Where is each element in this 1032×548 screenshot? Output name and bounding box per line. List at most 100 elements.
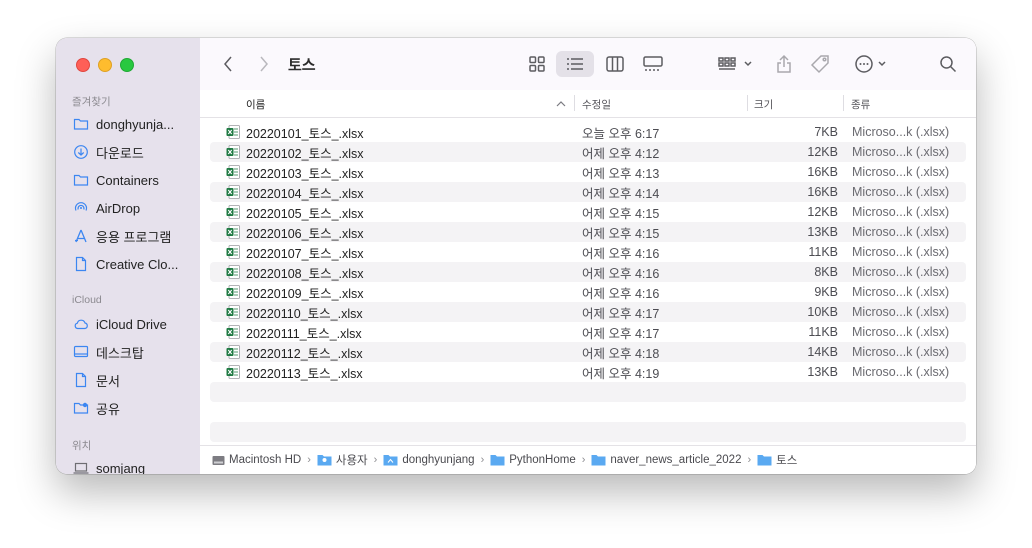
empty-row xyxy=(210,422,966,442)
chevron-left-icon xyxy=(224,56,232,72)
file-row[interactable]: 20220108_토스_.xlsx 어제 오후 4:16 8KB Microso...… xyxy=(210,262,966,282)
group-button[interactable] xyxy=(716,51,756,77)
path-crumb[interactable]: Macintosh HD › xyxy=(212,454,317,466)
zoom-button[interactable] xyxy=(120,58,134,72)
path-crumb[interactable]: 사용자 › xyxy=(317,452,383,468)
excel-file-icon xyxy=(226,165,240,179)
sidebar-item[interactable]: Creative Clo... xyxy=(72,254,196,274)
list-view-button[interactable] xyxy=(556,51,594,77)
file-name: 20220113_토스_.xlsx xyxy=(246,366,363,381)
file-row[interactable]: 20220110_토스_.xlsx 어제 오후 4:17 10KB Microso..… xyxy=(210,302,966,322)
file-date: 어제 오후 4:17 xyxy=(582,306,660,321)
sidebar-section-header: 즐겨찾기 xyxy=(72,96,111,108)
file-row[interactable]: 20220112_토스_.xlsx 어제 오후 4:18 14KB Microso..… xyxy=(210,342,966,362)
sidebar-item[interactable]: Containers xyxy=(72,170,196,190)
tag-button[interactable] xyxy=(808,51,832,77)
sidebar-item[interactable]: 응용 프로그램 xyxy=(72,226,196,246)
columns-icon xyxy=(606,56,624,72)
path-crumb[interactable]: 토스 xyxy=(757,452,797,468)
gallery-view-button[interactable] xyxy=(640,51,666,77)
sidebar-item[interactable]: 문서 xyxy=(72,370,196,390)
column-view-button[interactable] xyxy=(602,51,628,77)
excel-file-icon xyxy=(226,365,240,379)
chevron-right-icon: › xyxy=(307,454,311,466)
cloud-icon xyxy=(72,316,90,332)
file-row[interactable]: 20220107_토스_.xlsx 어제 오후 4:16 11KB Microso..… xyxy=(210,242,966,262)
file-row[interactable]: 20220106_토스_.xlsx 어제 오후 4:15 13KB Microso..… xyxy=(210,222,966,242)
sidebar-item-label: 공유 xyxy=(96,401,120,417)
file-kind: Microso...k (.xlsx) xyxy=(852,365,950,379)
column-date-header[interactable]: 수정일 xyxy=(582,97,611,112)
path-crumb[interactable]: PythonHome › xyxy=(490,454,591,466)
file-date: 어제 오후 4:17 xyxy=(582,326,660,341)
file-date: 어제 오후 4:15 xyxy=(582,226,660,241)
chevron-right-icon: › xyxy=(581,454,586,466)
path-crumb[interactable]: donghyunjang › xyxy=(383,454,490,466)
sidebar-item[interactable]: 공유 xyxy=(72,398,196,418)
back-button[interactable] xyxy=(218,51,238,77)
sidebar-section-header: 위치 xyxy=(72,440,92,452)
sidebar-item-label: 다운로드 xyxy=(96,145,144,161)
icon-view-button[interactable] xyxy=(524,51,550,77)
file-kind: Microso...k (.xlsx) xyxy=(852,265,950,279)
path-crumb[interactable]: naver_news_article_2022 › xyxy=(591,454,757,466)
excel-file-icon xyxy=(226,245,240,259)
file-row[interactable]: 20220109_토스_.xlsx 어제 오후 4:16 9KB Microso...… xyxy=(210,282,966,302)
minimize-button[interactable] xyxy=(98,58,112,72)
file-row[interactable]: 20220101_토스_.xlsx 오늘 오후 6:17 7KB Microso...… xyxy=(210,122,966,142)
grid-icon xyxy=(529,56,545,72)
file-row[interactable]: 20220105_토스_.xlsx 어제 오후 4:15 12KB Microso..… xyxy=(210,202,966,222)
file-size: 12KB xyxy=(807,205,838,219)
forward-button[interactable] xyxy=(254,51,274,77)
sidebar: 즐겨찾기 donghyunja... 다운로드 Containers AirDrop 응용… xyxy=(56,38,200,474)
folder-icon xyxy=(72,116,90,132)
file-name: 20220107_토스_.xlsx xyxy=(246,246,364,261)
sidebar-item[interactable]: iCloud Drive xyxy=(72,314,196,334)
sidebar-item-label: iCloud Drive xyxy=(96,316,167,332)
file-name: 20220109_토스_.xlsx xyxy=(246,286,364,301)
file-size: 14KB xyxy=(807,345,838,359)
sidebar-item-label: 문서 xyxy=(96,373,120,389)
column-name-header[interactable]: 이름 xyxy=(246,97,265,112)
path-crumb-label: naver_news_article_2022 xyxy=(610,454,742,466)
folder-icon xyxy=(72,172,90,188)
toolbar: 토스 xyxy=(200,38,976,91)
excel-file-icon xyxy=(226,345,240,359)
file-name: 20220101_토스_.xlsx xyxy=(246,126,364,141)
sidebar-item[interactable]: 다운로드 xyxy=(72,142,196,162)
file-row[interactable]: 20220103_토스_.xlsx 어제 오후 4:13 16KB Microso..… xyxy=(210,162,966,182)
excel-file-icon xyxy=(226,225,240,239)
column-size-header[interactable]: 크기 xyxy=(754,97,773,112)
action-button[interactable] xyxy=(852,51,892,77)
close-button[interactable] xyxy=(76,58,90,72)
file-size: 9KB xyxy=(814,285,838,299)
document-icon xyxy=(72,372,90,388)
sidebar-item[interactable]: somjang xyxy=(72,458,196,474)
chevron-right-icon xyxy=(260,56,268,72)
share-button[interactable] xyxy=(772,51,796,77)
group-grid-icon xyxy=(718,57,752,70)
file-row[interactable]: 20220113_토스_.xlsx 어제 오후 4:19 13KB Microso..… xyxy=(210,362,966,382)
excel-file-icon xyxy=(226,125,240,139)
document-icon xyxy=(72,256,90,272)
file-date: 어제 오후 4:16 xyxy=(582,266,660,281)
sidebar-item[interactable]: donghyunja... xyxy=(72,114,196,134)
excel-file-icon xyxy=(226,205,240,219)
file-row[interactable]: 20220111_토스_.xlsx 어제 오후 4:17 11KB Microso..… xyxy=(210,322,966,342)
sidebar-item[interactable]: 데스크탑 xyxy=(72,342,196,362)
file-kind: Microso...k (.xlsx) xyxy=(852,145,950,159)
file-date: 어제 오후 4:16 xyxy=(582,246,660,261)
main-area: 토스 이름 수정일 크기 종류 20220101_토스_.xlsx 오늘 오후 … xyxy=(200,38,976,474)
sidebar-item-label: Containers xyxy=(96,172,159,188)
window-controls xyxy=(76,58,134,72)
file-name: 20220111_토스_.xlsx xyxy=(246,326,362,341)
file-date: 어제 오후 4:12 xyxy=(582,146,660,161)
file-row[interactable]: 20220104_토스_.xlsx 어제 오후 4:14 16KB Microso..… xyxy=(210,182,966,202)
file-size: 11KB xyxy=(808,325,838,339)
search-button[interactable] xyxy=(936,51,960,77)
sidebar-item[interactable]: AirDrop xyxy=(72,198,196,218)
file-row[interactable]: 20220102_토스_.xlsx 어제 오후 4:12 12KB Microso..… xyxy=(210,142,966,162)
column-kind-header[interactable]: 종류 xyxy=(851,97,870,112)
chevron-right-icon: › xyxy=(373,454,378,466)
file-size: 16KB xyxy=(807,165,838,179)
